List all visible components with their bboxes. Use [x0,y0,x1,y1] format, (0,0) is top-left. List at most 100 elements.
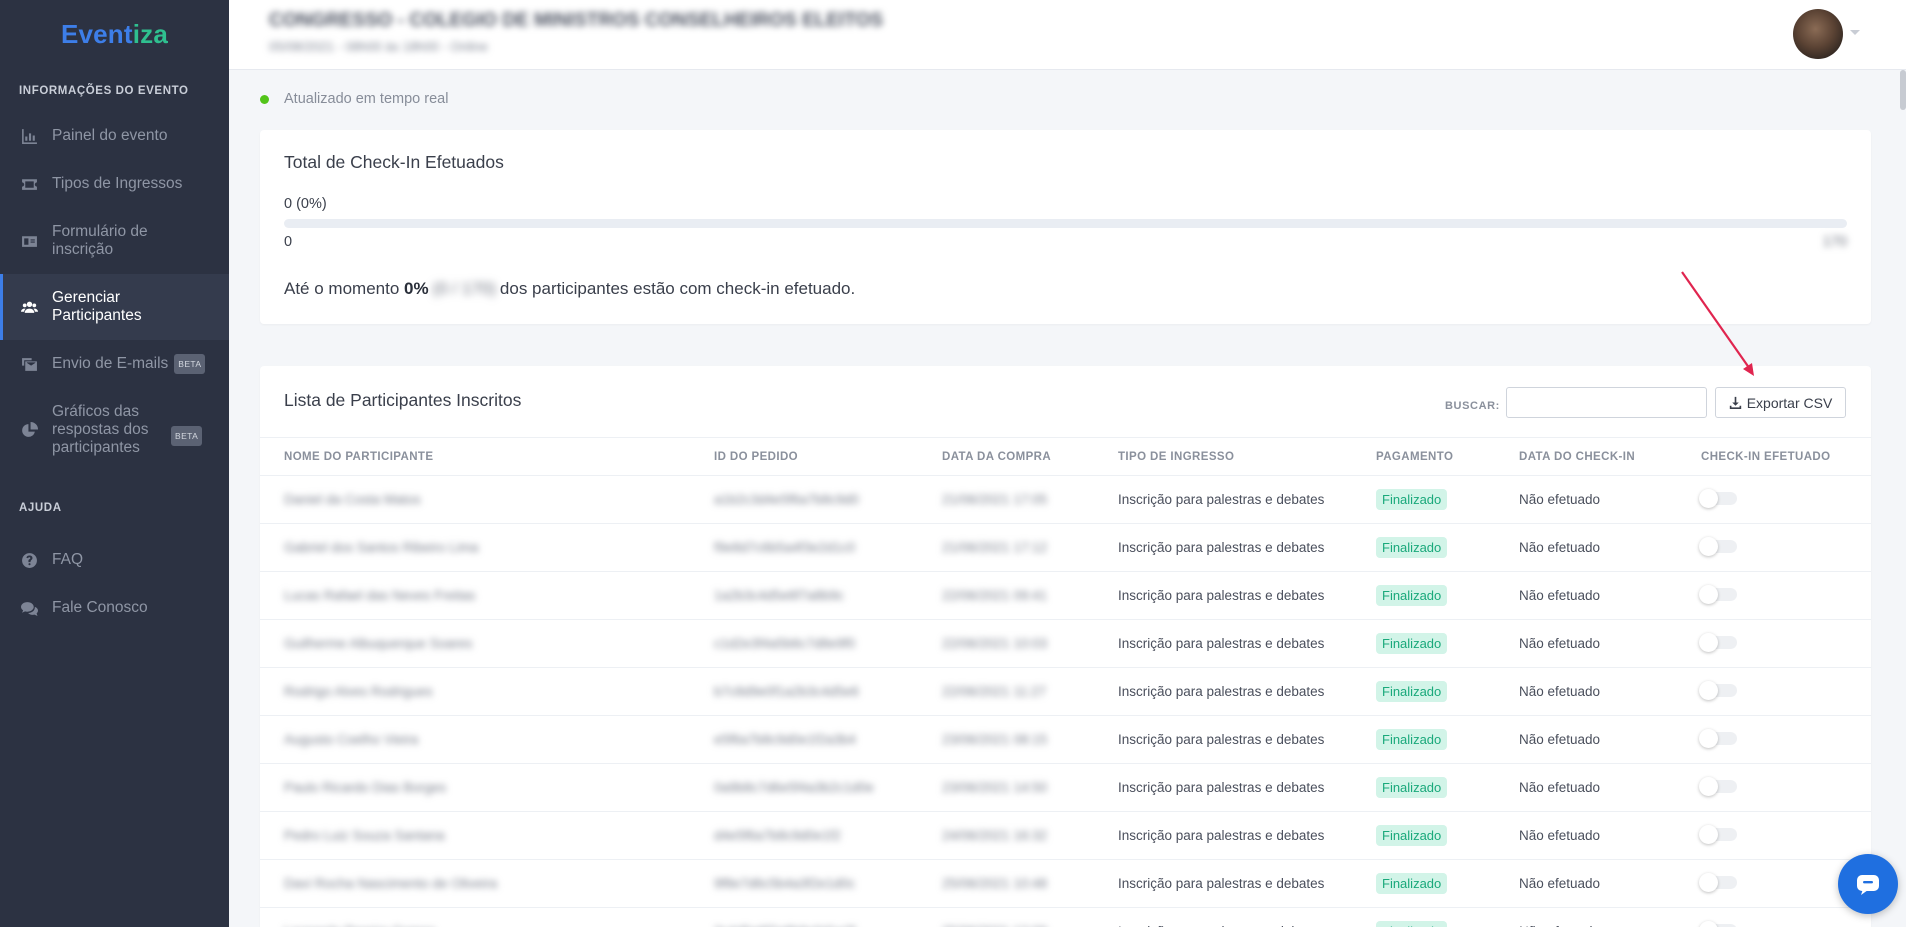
sidebar-item-label: Envio de E-mails [52,355,169,372]
participant-name: Leonardo Pereira Gomes [260,908,690,927]
checkin-toggle[interactable] [1699,488,1737,508]
checkin-progress-bar [284,219,1847,228]
purchase-date: 25/06/2021 12:09 [918,908,1094,927]
purchase-date: 21/06/2021 17:05 [942,492,1048,507]
table-row: Augusto Coelho Vieira e5f6a7b8c9d0e1f2a3b… [260,716,1871,764]
comments-icon [19,598,39,618]
participant-name: Lucas Rafael das Neves Freitas [284,588,476,603]
checkin-date: Não efetuado [1519,732,1601,747]
sidebar-section-help: AJUDA [19,502,62,514]
purchase-date: 22/06/2021 10:03 [942,636,1048,651]
sidebar-item-label: Tipos de Ingressos [52,175,183,192]
checkin-toggle-cell [1677,764,1871,812]
payment-cell: Finalizado [1352,764,1495,812]
checkin-toggle[interactable] [1699,872,1737,892]
ticket-type: Inscrição para palestras e debates [1118,828,1325,843]
checkin-toggle[interactable] [1699,680,1737,700]
sidebar-item-participantes[interactable]: Gerenciar Participantes [0,274,229,340]
status-badge: Finalizado [1376,777,1448,798]
avatar[interactable] [1793,9,1843,59]
column-header-name[interactable]: NOME DO PARTICIPANTE [260,438,690,476]
export-csv-label: Exportar CSV [1746,394,1833,411]
sidebar-item-graficos[interactable]: Gráficos das respostas dos participantes… [0,388,229,472]
scrollbar[interactable] [1900,70,1906,110]
ticket-type: Inscrição para palestras e debates [1118,492,1325,507]
participant-name: Augusto Coelho Vieira [284,732,419,747]
checkin-toggle[interactable] [1699,920,1737,927]
checkin-toggle[interactable] [1699,536,1737,556]
status-badge: Finalizado [1376,537,1448,558]
users-icon [19,297,39,317]
payment-cell: Finalizado [1352,812,1495,860]
search-label: BUSCAR: [1445,400,1500,412]
sidebar-item-emails[interactable]: Envio de E-mails BETA [0,340,229,388]
checkin-date: Não efetuado [1519,828,1601,843]
sidebar-item-label: Formulário de inscrição [52,223,148,258]
search-input[interactable] [1506,387,1707,418]
status-badge: Finalizado [1376,729,1448,750]
sidebar-item-painel[interactable]: Painel do evento [0,112,229,160]
checkin-card-title: Total de Check-In Efetuados [284,152,504,172]
top-bar: CONGRESSO - COLEGIO DE MINISTROS CONSELH… [229,0,1906,70]
status-badge: Finalizado [1376,633,1448,654]
sidebar-item-formulario[interactable]: Formulário de inscrição [0,208,229,274]
checkin-date: Não efetuado [1519,684,1601,699]
purchase-date: 23/06/2021 14:50 [942,780,1048,795]
sidebar-item-label: Gráficos das respostas dos participantes [52,403,149,456]
payment-cell: Finalizado [1352,908,1495,927]
participant-name: Paulo Ricardo Dias Borges [284,780,447,795]
export-csv-button[interactable]: Exportar CSV [1715,387,1846,418]
column-header-checkin-done[interactable]: CHECK-IN EFETUADO [1677,438,1871,476]
sidebar-item-faq[interactable]: FAQ [0,536,229,584]
column-header-order-id[interactable]: ID DO PEDIDO [690,438,918,476]
column-header-checkin-date[interactable]: DATA DO CHECK-IN [1495,438,1677,476]
checkin-progress-max: 170 [1822,234,1847,250]
mail-bulk-icon [19,354,39,374]
order-id: c1d2e3f4a5b6c7d8e9f0 [714,636,856,651]
order-id: 1a2b3c4d5e6f7a8b9c [714,588,844,603]
payment-cell: Finalizado [1352,860,1495,908]
summary-prefix: Até o momento [284,279,400,298]
ticket-type: Inscrição para palestras e debates [1118,636,1325,651]
brand-logo-part1: Event [60,18,133,49]
purchase-date: 21/06/2021 17:12 [942,540,1048,555]
purchase-date: 25/06/2021 10:48 [942,876,1048,891]
id-card-icon [19,231,39,251]
brand-logo[interactable]: Event iza [0,0,229,68]
status-badge: Finalizado [1376,825,1448,846]
download-icon [1729,396,1741,409]
ticket-icon [19,174,39,194]
table-row: Leonardo Pereira Gomes3c4d5e6f7a8b9c0d1e… [260,908,1871,927]
checkin-date: Não efetuado [1495,908,1677,927]
column-header-purchase-date[interactable]: DATA DA COMPRA [918,438,1094,476]
chat-widget-button[interactable] [1838,854,1898,914]
column-header-payment[interactable]: PAGAMENTO [1352,438,1495,476]
payment-cell: Finalizado [1352,668,1495,716]
checkin-toggle-cell [1677,620,1871,668]
sidebar-item-ingressos[interactable]: Tipos de Ingressos [0,160,229,208]
column-header-ticket-type[interactable]: TIPO DE INGRESSO [1094,438,1352,476]
checkin-toggle-cell [1677,476,1871,524]
order-id: d4e5f6a7b8c9d0e1f2 [714,828,841,843]
participant-name: Davi Rocha Nascimento de Oliveira [284,876,498,891]
checkin-toggle[interactable] [1699,584,1737,604]
chevron-down-icon[interactable] [1850,30,1860,35]
table-row: Gabriel dos Santos Ribeiro Lima f9e8d7c6b… [260,524,1871,572]
checkin-toggle[interactable] [1699,632,1737,652]
participant-name: Guilherme Albuquerque Soares [284,636,473,651]
question-circle-icon [19,550,39,570]
checkin-date: Não efetuado [1519,492,1601,507]
checkin-toggle[interactable] [1699,824,1737,844]
table-row: Pedro Luiz Souza Santana d4e5f6a7b8c9d0e1… [260,812,1871,860]
table-row: Lucas Rafael das Neves Freitas 1a2b3c4d5e… [260,572,1871,620]
checkin-date: Não efetuado [1519,780,1601,795]
ticket-type: Inscrição para palestras e debates [1118,780,1325,795]
sidebar: Event iza INFORMAÇÕES DO EVENTO Painel do… [0,0,229,927]
checkin-toggle[interactable] [1699,728,1737,748]
checkin-toggle[interactable] [1699,776,1737,796]
checkin-toggle-cell [1677,908,1871,927]
purchase-date: 22/06/2021 11:27 [942,684,1047,699]
sidebar-item-label: Fale Conosco [52,599,148,616]
ticket-type: Inscrição para palestras e debates [1118,588,1325,603]
sidebar-item-contato[interactable]: Fale Conosco [0,584,229,632]
